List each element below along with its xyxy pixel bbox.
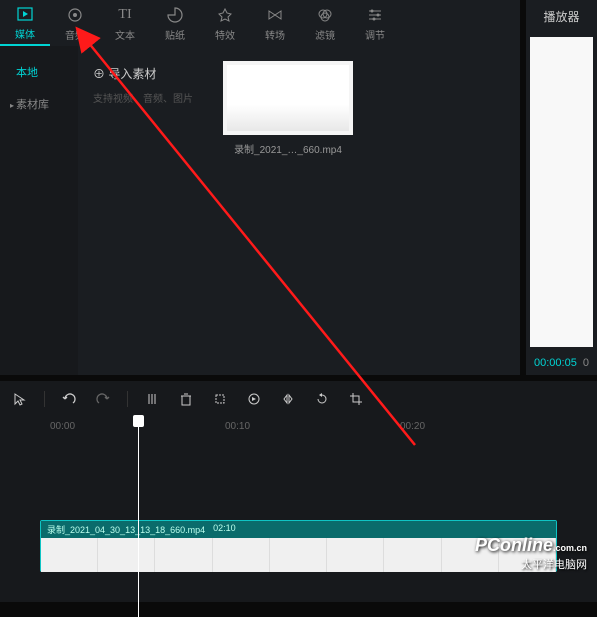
player-current-time: 00:00:05	[534, 357, 577, 369]
ruler-tick: 00:20	[400, 421, 425, 432]
split-button[interactable]	[142, 389, 162, 409]
tab-transition[interactable]: 转场	[250, 0, 300, 46]
tab-text[interactable]: TI 文本	[100, 0, 150, 46]
redo-button[interactable]	[93, 389, 113, 409]
timeline-toolbar	[0, 381, 597, 417]
player-title: 播放器	[526, 0, 597, 33]
clip-filename: 录制_2021_04_30_13_13_18_660.mp4	[47, 523, 205, 536]
select-tool[interactable]	[10, 389, 30, 409]
rotate-button[interactable]	[312, 389, 332, 409]
media-item[interactable]: 录制_2021_…_660.mp4	[223, 61, 353, 156]
playhead[interactable]	[138, 417, 139, 617]
effect-icon	[217, 5, 233, 25]
undo-button[interactable]	[59, 389, 79, 409]
timeline-tracks[interactable]: 录制_2021_04_30_13_13_18_660.mp4 02:10	[0, 441, 597, 602]
import-button[interactable]: ⊕ 导入素材	[93, 61, 203, 86]
tab-media[interactable]: 媒体	[0, 0, 50, 46]
tab-filter[interactable]: 滤镜	[300, 0, 350, 46]
filter-icon	[317, 5, 333, 25]
delete-button[interactable]	[176, 389, 196, 409]
player-total-time: 0	[583, 357, 589, 369]
text-icon: TI	[118, 5, 131, 25]
timeline-ruler[interactable]: 00:00 00:10 00:20	[0, 417, 597, 441]
tab-sticker[interactable]: 贴纸	[150, 0, 200, 46]
transition-icon	[267, 5, 283, 25]
import-hint: 支持视频、音频、图片	[93, 90, 203, 105]
import-box[interactable]: ⊕ 导入素材 支持视频、音频、图片	[93, 61, 203, 105]
tab-audio[interactable]: 音频	[50, 0, 100, 46]
crop-button[interactable]	[346, 389, 366, 409]
media-filename: 录制_2021_…_660.mp4	[223, 141, 353, 156]
player-panel: 播放器 00:00:05 0	[526, 0, 597, 375]
tab-adjust[interactable]: 调节	[350, 0, 400, 46]
sidebar-item-library[interactable]: ▸素材库	[0, 88, 78, 120]
ruler-tick: 00:10	[225, 421, 250, 432]
play-box-icon	[17, 4, 33, 24]
clip-duration: 02:10	[213, 523, 236, 536]
crop-tool[interactable]	[210, 389, 230, 409]
adjust-icon	[367, 5, 383, 25]
speed-button[interactable]	[244, 389, 264, 409]
sticker-icon	[167, 5, 183, 25]
audio-icon	[67, 5, 83, 25]
media-thumbnail[interactable]	[223, 61, 353, 135]
watermark: PConline.com.cn 太平洋电脑网	[475, 535, 587, 572]
media-area: ⊕ 导入素材 支持视频、音频、图片 录制_2021_…_660.mp4	[78, 46, 520, 375]
ruler-tick: 00:00	[50, 421, 75, 432]
sidebar-item-local[interactable]: 本地	[0, 56, 78, 88]
tab-effect[interactable]: 特效	[200, 0, 250, 46]
mirror-button[interactable]	[278, 389, 298, 409]
player-viewport[interactable]	[530, 37, 593, 347]
top-tabbar: 媒体 音频 TI 文本 贴纸 特效	[0, 0, 520, 46]
player-timecode: 00:00:05 0	[526, 351, 597, 375]
sidebar: 本地 ▸素材库	[0, 46, 78, 375]
